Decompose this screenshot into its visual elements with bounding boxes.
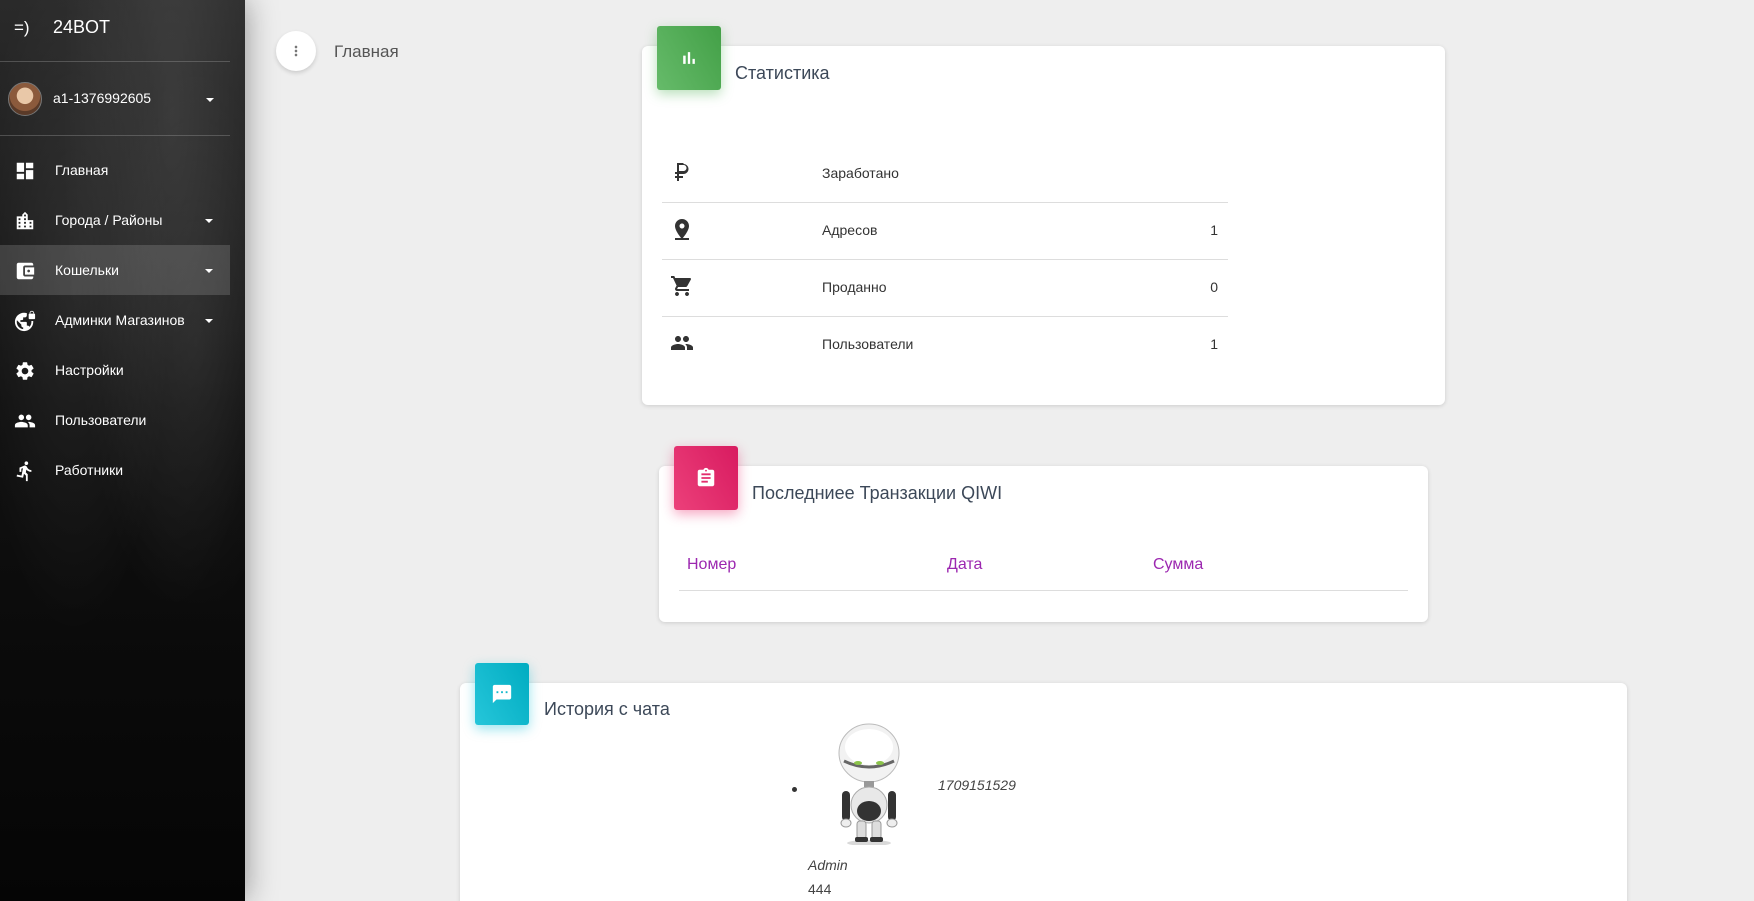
more-vert-icon [294, 45, 298, 57]
stat-label: Пользователи [822, 336, 914, 352]
chat-message-text: 444 [808, 881, 832, 897]
column-header-amount[interactable]: Сумма [1153, 556, 1203, 574]
sidebar-item-label: Админки Магазинов [55, 312, 185, 328]
card-title: Последниее Транзакции QIWI [752, 483, 1003, 503]
sidebar-item-label: Главная [55, 162, 109, 178]
people-icon [671, 336, 693, 350]
user-name: a1-1376992605 [53, 90, 152, 106]
sidebar-divider [0, 135, 230, 136]
cart-icon [671, 276, 692, 296]
card-header-icon [674, 446, 738, 510]
column-header-number[interactable]: Номер [687, 556, 736, 574]
chat-message-author: Admin [808, 857, 848, 873]
gear-icon [16, 362, 34, 380]
stat-row-users: Пользователи 1 [662, 317, 1228, 374]
stats-card: Статистика Заработано Адресов 1 Проданно… [642, 26, 1445, 405]
card-header-icon [657, 26, 721, 90]
more-menu-button[interactable] [276, 31, 316, 71]
sidebar-nav: Главная Города / Районы Кошельки Админки… [0, 145, 230, 495]
user-menu-toggle[interactable]: a1-1376992605 [0, 78, 230, 120]
stat-label: Проданно [822, 279, 887, 295]
stat-label: Заработано [822, 165, 899, 181]
vpn-lock-icon [14, 310, 36, 332]
runner-icon [16, 461, 32, 482]
people-icon [14, 414, 36, 428]
sidebar-item-label: Города / Районы [55, 212, 163, 228]
clipboard-icon [697, 467, 715, 487]
brand-mini-logo[interactable]: =) [14, 18, 30, 38]
location-pin-icon [675, 219, 689, 240]
card-header-icon [475, 663, 529, 725]
robot-avatar-icon [838, 723, 900, 845]
chevron-down-icon [205, 219, 213, 223]
card-title: Статистика [735, 63, 830, 83]
stat-value: 1 [1210, 222, 1218, 238]
qiwi-transactions-card: Последниее Транзакции QIWI Номер Дата Су… [659, 446, 1428, 622]
chevron-down-icon [206, 98, 214, 102]
page-title: Главная [334, 42, 399, 61]
card-title: История с чата [544, 699, 670, 719]
ruble-icon [675, 163, 689, 181]
stat-row-addresses: Адресов 1 [662, 203, 1228, 260]
sidebar-item-users[interactable]: Пользователи [0, 395, 230, 445]
sidebar-item-label: Работники [55, 462, 124, 478]
list-bullet [792, 787, 797, 792]
dashboard-icon [16, 162, 34, 180]
chevron-down-icon [205, 319, 213, 323]
table-header: Номер Дата Сумма [679, 536, 1408, 591]
sidebar-item-main[interactable]: Главная [0, 145, 230, 195]
brand[interactable]: =) 24BOT [0, 0, 245, 60]
sidebar-item-wallets[interactable]: Кошельки [0, 245, 230, 295]
sidebar-item-shop-admins[interactable]: Админки Магазинов [0, 295, 230, 345]
stat-row-earned: Заработано [662, 146, 1228, 203]
stat-value: 0 [1210, 279, 1218, 295]
stat-label: Адресов [822, 222, 878, 238]
stat-value: 1 [1210, 336, 1218, 352]
city-icon [16, 211, 34, 230]
sidebar-item-label: Кошельки [55, 262, 119, 278]
sidebar-item-cities[interactable]: Города / Районы [0, 195, 230, 245]
sidebar-item-label: Пользователи [55, 412, 147, 428]
bar-chart-icon [683, 52, 695, 64]
wallet-icon [16, 262, 35, 280]
sidebar-item-settings[interactable]: Настройки [0, 345, 230, 395]
stat-row-sold: Проданно 0 [662, 260, 1228, 317]
chat-bubble-icon [492, 684, 512, 704]
chat-message-id: 1709151529 [938, 777, 1016, 793]
sidebar-item-label: Настройки [55, 362, 124, 378]
chevron-down-icon [205, 269, 213, 273]
brand-name[interactable]: 24BOT [53, 17, 110, 38]
sidebar-item-workers[interactable]: Работники [0, 445, 230, 495]
sidebar: =) 24BOT a1-1376992605 Главная Города / … [0, 0, 245, 901]
sidebar-divider [0, 61, 230, 62]
column-header-date[interactable]: Дата [947, 556, 982, 574]
chat-history-card: История с чата 1709151529 Admin 444 [460, 663, 1627, 901]
avatar [8, 82, 42, 116]
